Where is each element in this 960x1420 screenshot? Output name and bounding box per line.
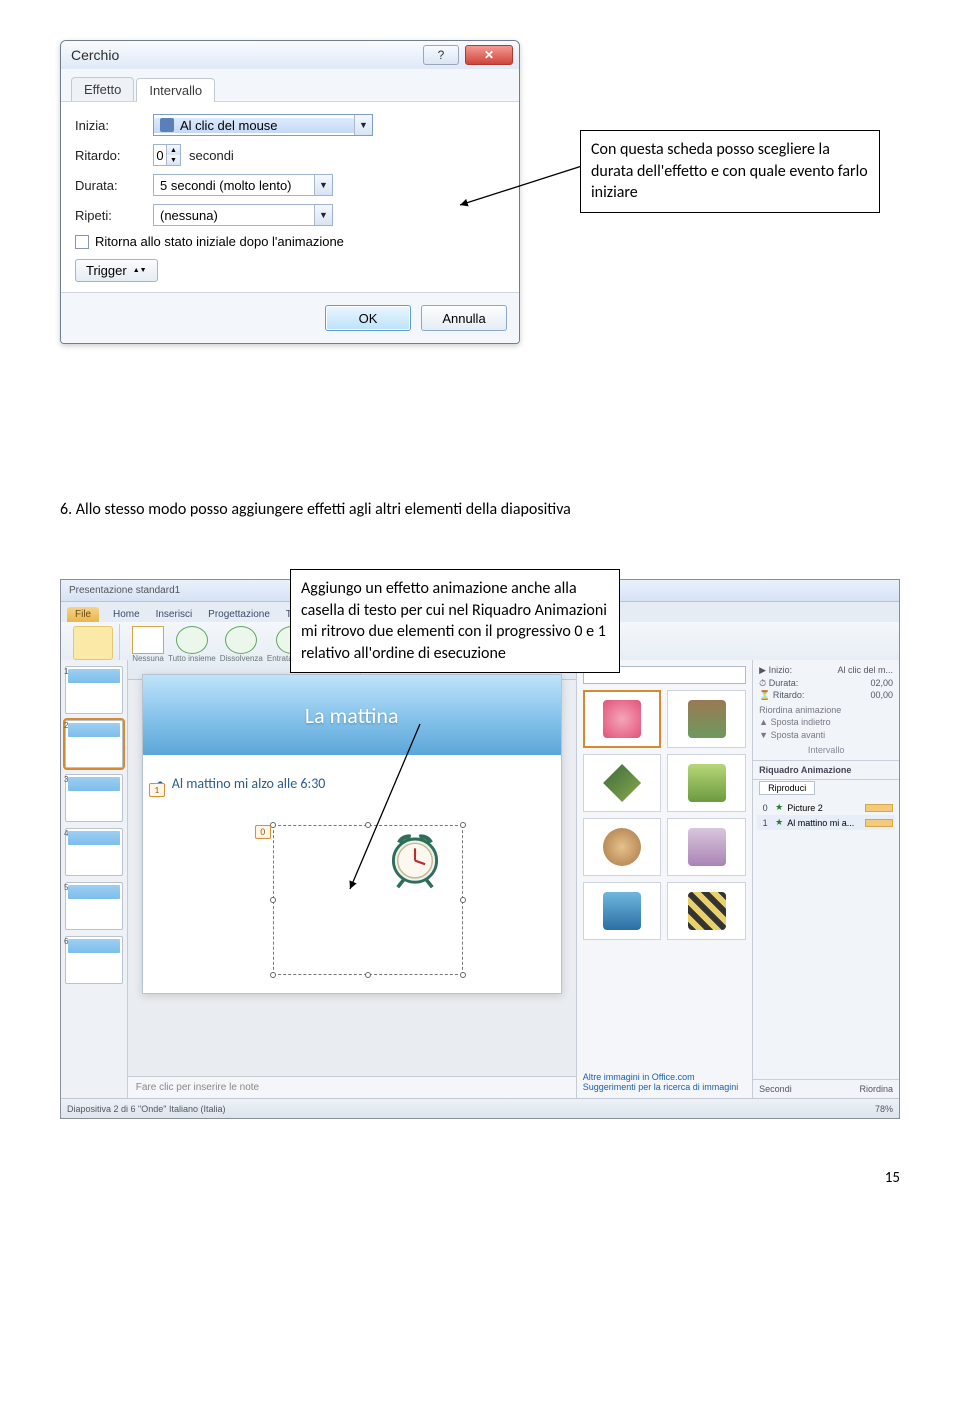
combo-inizia[interactable]: Al clic del mouse ▼: [153, 114, 373, 136]
tab-effetto[interactable]: Effetto: [71, 77, 134, 101]
ap-timing-label: Intervallo: [759, 744, 893, 757]
thumb-5[interactable]: 5: [65, 882, 123, 930]
close-button[interactable]: ✕: [465, 45, 513, 65]
menu-progettazione[interactable]: Progettazione: [202, 607, 276, 622]
callout-1: Con questa scheda posso scegliere la dur…: [580, 130, 880, 213]
ap-item-0[interactable]: 0 ★ Picture 2: [757, 800, 895, 815]
chevron-down-icon[interactable]: ▼: [167, 155, 180, 165]
dialog-form: Inizia: Al clic del mouse ▼ Ritardo: 0 ▲…: [61, 102, 519, 292]
unit-secondi: secondi: [189, 148, 234, 163]
label-inizia: Inizia:: [75, 118, 145, 133]
chevron-down-icon[interactable]: ▼: [354, 115, 372, 135]
ap-play[interactable]: Riproduci: [759, 781, 815, 795]
thumb-4[interactable]: 4: [65, 828, 123, 876]
slide-thumbnails: 1 2 3 4 5 6: [61, 660, 128, 1098]
combo-ripeti-value: (nessuna): [154, 208, 314, 223]
combo-durata-value: 5 secondi (molto lento): [154, 178, 314, 193]
help-button[interactable]: ?: [423, 45, 459, 65]
tab-intervallo[interactable]: Intervallo: [136, 78, 215, 102]
anim-none-icon[interactable]: [132, 626, 164, 654]
ap-reorder[interactable]: Riordina animazione: [759, 704, 893, 717]
anim-appear-icon[interactable]: [176, 626, 208, 654]
combo-inizia-value: Al clic del mouse: [180, 118, 278, 133]
paragraph-6: 6. Allo stesso modo posso aggiungere eff…: [60, 500, 900, 519]
dialog-title: Cerchio: [71, 47, 119, 63]
clip-6[interactable]: [667, 818, 746, 876]
ap-start-val: Al clic del m...: [837, 664, 893, 677]
pp-window-title: Presentazione standard1: [69, 585, 180, 596]
spinner-ritardo-value: 0: [154, 145, 166, 165]
ap-item-1-label: Al mattino mi a...: [787, 818, 861, 828]
ap-title: Riquadro Animazione: [753, 761, 899, 780]
ap-move-back[interactable]: Sposta indietro: [771, 717, 831, 727]
trigger-button[interactable]: Trigger ▲▼: [75, 259, 158, 282]
page-number: 15: [60, 1169, 900, 1187]
ap-footer-l: Secondi: [759, 1084, 792, 1094]
clipart-pane: Altre immagini in Office.com Suggeriment…: [576, 660, 752, 1098]
chevron-down-icon[interactable]: ▼: [314, 205, 332, 225]
thumb-2[interactable]: 2: [65, 720, 123, 768]
thumb-3[interactable]: 3: [65, 774, 123, 822]
notes-placeholder[interactable]: Fare clic per inserire le note: [128, 1076, 576, 1098]
ap-dur-val: 02,00: [870, 677, 893, 690]
callout-arrow-2: [340, 719, 460, 899]
thumb-6[interactable]: 6: [65, 936, 123, 984]
ap-footer-r[interactable]: Riordina: [859, 1084, 893, 1094]
anim-tag-0[interactable]: 0: [255, 825, 271, 839]
pp-statusbar: Diapositiva 2 di 6 "Onde" Italiano (Ital…: [61, 1098, 899, 1118]
callout-arrow-1: [455, 155, 595, 215]
spinner-ritardo[interactable]: 0 ▲▼: [153, 144, 181, 166]
label-ripeti: Ripeti:: [75, 208, 145, 223]
menu-inserisci[interactable]: Inserisci: [150, 607, 199, 622]
clip-7[interactable]: [583, 882, 662, 940]
trigger-arrows-icon: ▲▼: [133, 268, 147, 274]
status-left: Diapositiva 2 di 6 "Onde" Italiano (Ital…: [67, 1104, 225, 1114]
chevron-down-icon[interactable]: ▼: [314, 175, 332, 195]
label-ritardo: Ritardo:: [75, 148, 145, 163]
clip-5[interactable]: [583, 818, 662, 876]
animation-pane: ▶ Inizio:Al clic del m... ⏱ Durata:02,00…: [752, 660, 899, 1098]
status-zoom[interactable]: 78%: [875, 1104, 893, 1114]
ap-start-label: Inizio:: [769, 665, 793, 675]
ap-item-1[interactable]: 1 ★ Al mattino mi a...: [757, 815, 895, 830]
cancel-button[interactable]: Annulla: [421, 305, 507, 331]
label-durata: Durata:: [75, 178, 145, 193]
thumb-1[interactable]: 1: [65, 666, 123, 714]
combo-ripeti[interactable]: (nessuna) ▼: [153, 204, 333, 226]
anim-fade-icon[interactable]: [225, 626, 257, 654]
file-tab[interactable]: File: [67, 607, 99, 622]
ap-item-0-label: Picture 2: [787, 803, 861, 813]
callout-2: Aggiungo un effetto animazione anche all…: [290, 569, 620, 673]
mouse-icon: [160, 118, 174, 132]
clip-1[interactable]: [583, 690, 662, 748]
ap-move-fwd[interactable]: Sposta avanti: [771, 730, 826, 740]
clip-4[interactable]: [667, 754, 746, 812]
clip-8[interactable]: [667, 882, 746, 940]
clip-link-1[interactable]: Altre immagini in Office.com: [583, 1072, 746, 1082]
menu-home[interactable]: Home: [107, 607, 146, 622]
ap-dur-label: Durata:: [769, 678, 799, 688]
clip-link-2[interactable]: Suggerimenti per la ricerca di immagini: [583, 1082, 746, 1092]
cerchio-dialog: Cerchio ? ✕ Effetto Intervallo Inizia: A…: [60, 40, 520, 344]
rib-anteprima-icon[interactable]: [73, 626, 113, 660]
ok-button[interactable]: OK: [325, 305, 411, 331]
combo-durata[interactable]: 5 secondi (molto lento) ▼: [153, 174, 333, 196]
chevron-up-icon[interactable]: ▲: [167, 145, 180, 155]
checkbox-ritorna[interactable]: [75, 235, 89, 249]
anim-tag-1[interactable]: 1: [149, 783, 165, 797]
ap-delay-label: Ritardo:: [773, 690, 805, 700]
dialog-titlebar: Cerchio ? ✕: [61, 41, 519, 69]
checkbox-ritorna-label: Ritorna allo stato iniziale dopo l'anima…: [95, 234, 344, 249]
clip-2[interactable]: [667, 690, 746, 748]
clip-3[interactable]: [583, 754, 662, 812]
dialog-tabs: Effetto Intervallo: [61, 69, 519, 102]
trigger-label: Trigger: [86, 263, 127, 278]
ap-delay-val: 00,00: [870, 689, 893, 702]
